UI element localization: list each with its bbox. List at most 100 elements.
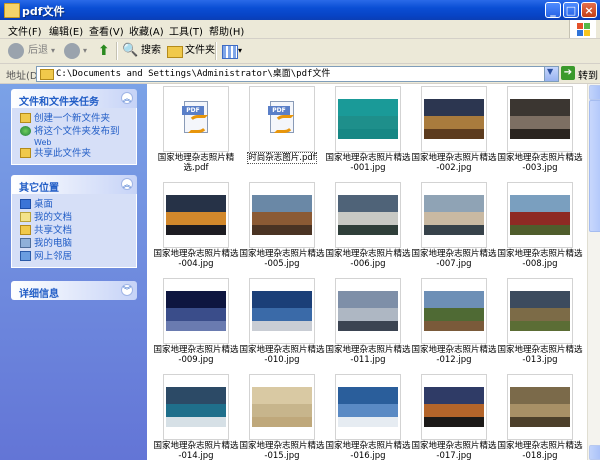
file-item-jpg[interactable]: 国家地理杂志照片精选 -012.jpg xyxy=(411,278,497,373)
file-name[interactable]: 国家地理杂志照片精选 -016.jpg xyxy=(325,441,411,460)
file-item-jpg[interactable]: 国家地理杂志照片精选 -010.jpg xyxy=(239,278,325,373)
file-item-jpg[interactable]: 国家地理杂志照片精选 -017.jpg xyxy=(411,374,497,460)
scroll-up-button[interactable] xyxy=(589,85,600,100)
file-name[interactable]: 国家地理杂志照片精选 -001.jpg xyxy=(325,153,411,173)
thumbnail[interactable] xyxy=(249,278,315,344)
back-arrow-icon[interactable] xyxy=(8,43,24,59)
menu-tools[interactable]: 工具(T) xyxy=(169,23,203,38)
file-name[interactable]: 国家地理杂志照片精选 -014.jpg xyxy=(153,441,239,460)
file-item-jpg[interactable]: 国家地理杂志照片精选 -003.jpg xyxy=(497,86,583,181)
file-name[interactable]: 国家地理杂志照片精选 -015.jpg xyxy=(239,441,325,460)
thumbnail[interactable] xyxy=(421,278,487,344)
thumbnail[interactable] xyxy=(163,182,229,248)
file-list[interactable]: PDF 国家地理杂志照片精 选.pdf PDF 时尚杂志图片.pdf 国家地理杂志照片精选… xyxy=(147,84,587,460)
search-icon[interactable]: 🔍 xyxy=(122,42,138,60)
sidebar-item-new-folder[interactable]: 创建一个新文件夹 xyxy=(12,112,136,125)
thumbnail[interactable] xyxy=(507,278,573,344)
tasks-panel-header[interactable]: 文件和文件夹任务 ︽ xyxy=(11,89,137,108)
file-item-jpg[interactable]: 国家地理杂志照片精选 -018.jpg xyxy=(497,374,583,460)
thumbnail[interactable] xyxy=(249,374,315,440)
thumbnail[interactable] xyxy=(421,86,487,152)
file-name[interactable]: 国家地理杂志照片精选 -005.jpg xyxy=(239,249,325,269)
thumbnail[interactable] xyxy=(335,182,401,248)
title-bar[interactable]: pdf文件 _ □ × xyxy=(0,0,600,20)
forward-dropdown-icon[interactable]: ▾ xyxy=(83,42,87,60)
views-icon[interactable] xyxy=(222,45,238,59)
file-name[interactable]: 国家地理杂志照片精选 -013.jpg xyxy=(497,345,583,365)
sidebar-item-share-folder[interactable]: 共享此文件夹 xyxy=(12,147,136,160)
sidebar-item-my-documents[interactable]: 我的文档 xyxy=(12,211,136,224)
sidebar-item-publish-web[interactable]: 将这个文件夹发布到 xyxy=(12,125,136,138)
file-item-jpg[interactable]: 国家地理杂志照片精选 -015.jpg xyxy=(239,374,325,460)
file-item-pdf[interactable]: PDF 时尚杂志图片.pdf xyxy=(239,86,325,181)
minimize-button[interactable]: _ xyxy=(545,2,561,18)
thumbnail[interactable]: PDF xyxy=(249,86,315,152)
up-folder-icon[interactable]: ⬆ xyxy=(98,42,110,60)
file-name[interactable]: 国家地理杂志照片精 选.pdf xyxy=(153,153,239,173)
thumbnail[interactable] xyxy=(163,374,229,440)
file-name[interactable]: 国家地理杂志照片精选 -018.jpg xyxy=(497,441,583,460)
file-name[interactable]: 国家地理杂志照片精选 -011.jpg xyxy=(325,345,411,365)
file-name[interactable]: 时尚杂志图片.pdf xyxy=(239,152,325,164)
sidebar-item-shared-documents[interactable]: 共享文档 xyxy=(12,224,136,237)
views-dropdown-icon[interactable]: ▾ xyxy=(238,42,242,60)
file-item-jpg[interactable]: 国家地理杂志照片精选 -004.jpg xyxy=(153,182,239,277)
file-item-jpg[interactable]: 国家地理杂志照片精选 -006.jpg xyxy=(325,182,411,277)
thumbnail[interactable] xyxy=(335,86,401,152)
thumbnail[interactable] xyxy=(507,182,573,248)
file-item-jpg[interactable]: 国家地理杂志照片精选 -011.jpg xyxy=(325,278,411,373)
file-item-pdf[interactable]: PDF 国家地理杂志照片精 选.pdf xyxy=(153,86,239,181)
file-name[interactable]: 国家地理杂志照片精选 -010.jpg xyxy=(239,345,325,365)
details-panel-header[interactable]: 详细信息 ︾ xyxy=(11,281,137,300)
file-name[interactable]: 国家地理杂志照片精选 -008.jpg xyxy=(497,249,583,269)
sidebar-item-publish-web-suffix[interactable]: Web xyxy=(12,138,136,147)
forward-arrow-icon[interactable] xyxy=(64,43,80,59)
maximize-button[interactable]: □ xyxy=(563,2,579,18)
menu-edit[interactable]: 编辑(E) xyxy=(49,23,83,38)
menu-file[interactable]: 文件(F) xyxy=(8,23,42,38)
close-button[interactable]: × xyxy=(581,2,597,18)
chevron-up-icon[interactable]: ︽ xyxy=(121,178,133,190)
file-item-jpg[interactable]: 国家地理杂志照片精选 -002.jpg xyxy=(411,86,497,181)
chevron-up-icon[interactable]: ︽ xyxy=(121,92,133,104)
thumbnail[interactable] xyxy=(507,86,573,152)
back-button[interactable]: 后退 xyxy=(28,42,48,60)
file-item-jpg[interactable]: 国家地理杂志照片精选 -016.jpg xyxy=(325,374,411,460)
places-panel-header[interactable]: 其它位置 ︽ xyxy=(11,175,137,194)
chevron-down-icon[interactable]: ︾ xyxy=(121,284,133,296)
thumbnail[interactable] xyxy=(163,278,229,344)
address-dropdown-button[interactable]: ▼ xyxy=(544,67,558,81)
search-button[interactable]: 搜索 xyxy=(141,42,161,60)
scroll-thumb[interactable] xyxy=(589,100,600,232)
file-item-jpg[interactable]: 国家地理杂志照片精选 -009.jpg xyxy=(153,278,239,373)
thumbnail[interactable] xyxy=(421,374,487,440)
sidebar-item-my-computer[interactable]: 我的电脑 xyxy=(12,237,136,250)
folders-button[interactable]: 文件夹 xyxy=(185,42,215,60)
file-item-jpg[interactable]: 国家地理杂志照片精选 -005.jpg xyxy=(239,182,325,277)
thumbnail[interactable] xyxy=(335,374,401,440)
menu-view[interactable]: 查看(V) xyxy=(89,23,124,38)
file-name[interactable]: 国家地理杂志照片精选 -009.jpg xyxy=(153,345,239,365)
menu-help[interactable]: 帮助(H) xyxy=(209,23,244,38)
folders-icon[interactable] xyxy=(167,46,183,58)
file-name[interactable]: 国家地理杂志照片精选 -006.jpg xyxy=(325,249,411,269)
sidebar-item-desktop[interactable]: 桌面 xyxy=(12,198,136,211)
file-name[interactable]: 国家地理杂志照片精选 -007.jpg xyxy=(411,249,497,269)
thumbnail[interactable]: PDF xyxy=(163,86,229,152)
file-item-jpg[interactable]: 国家地理杂志照片精选 -013.jpg xyxy=(497,278,583,373)
thumbnail[interactable] xyxy=(421,182,487,248)
menu-favorites[interactable]: 收藏(A) xyxy=(129,23,164,38)
file-name[interactable]: 国家地理杂志照片精选 -012.jpg xyxy=(411,345,497,365)
file-item-jpg[interactable]: 国家地理杂志照片精选 -014.jpg xyxy=(153,374,239,460)
thumbnail[interactable] xyxy=(507,374,573,440)
address-input[interactable]: C:\Documents and Settings\Administrator\… xyxy=(36,66,559,82)
file-item-jpg[interactable]: 国家地理杂志照片精选 -008.jpg xyxy=(497,182,583,277)
file-name[interactable]: 国家地理杂志照片精选 -004.jpg xyxy=(153,249,239,269)
back-dropdown-icon[interactable]: ▾ xyxy=(51,42,55,60)
file-name[interactable]: 国家地理杂志照片精选 -002.jpg xyxy=(411,153,497,173)
thumbnail[interactable] xyxy=(249,182,315,248)
scroll-down-button[interactable] xyxy=(589,445,600,460)
sidebar-item-network[interactable]: 网上邻居 xyxy=(12,250,136,263)
file-name[interactable]: 国家地理杂志照片精选 -017.jpg xyxy=(411,441,497,460)
file-name[interactable]: 国家地理杂志照片精选 -003.jpg xyxy=(497,153,583,173)
